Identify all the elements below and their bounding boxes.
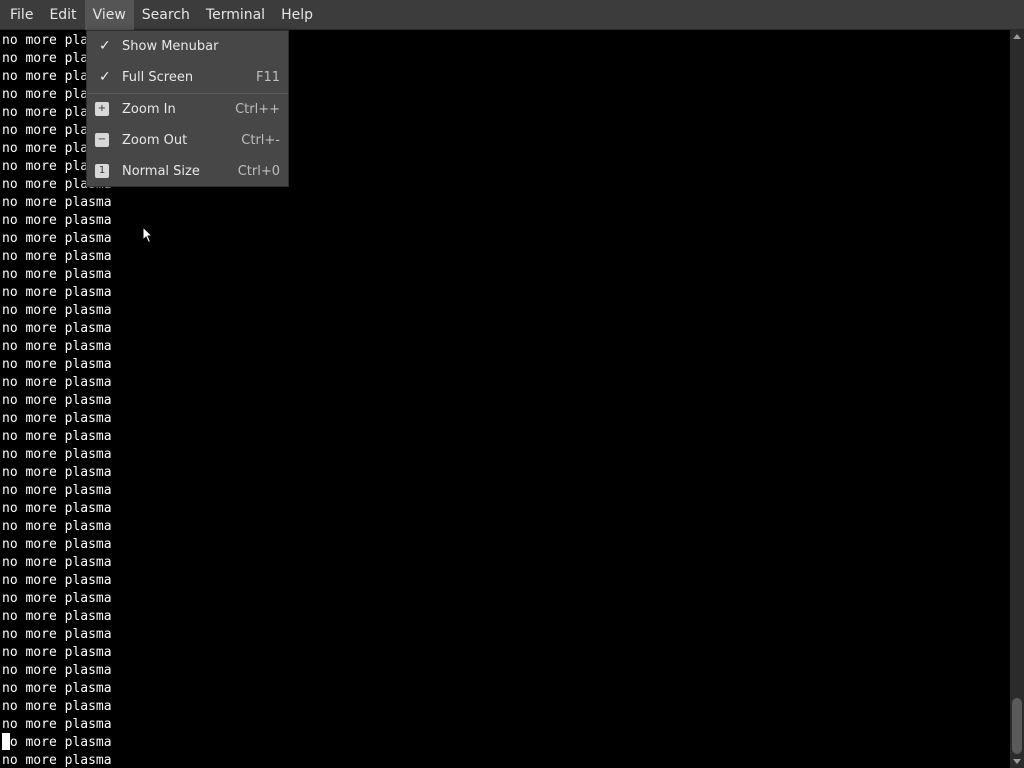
terminal-line: no more plasma xyxy=(2,501,112,516)
zoom-original-icon: 1 xyxy=(95,164,109,178)
terminal-line: no more plasma xyxy=(2,753,112,768)
terminal-line: no more plasma xyxy=(2,609,112,624)
menuitem-accelerator: F11 xyxy=(255,70,280,85)
terminal-line: no more plasma xyxy=(2,375,112,390)
terminal-line: no more plasma xyxy=(2,519,112,534)
menuitem-label: Zoom In xyxy=(122,102,176,117)
zoom-out-icon: − xyxy=(95,133,109,147)
terminal-line: no more plasma xyxy=(2,573,112,588)
view-menu-dropdown: ✓ Show Menubar ✓ Full Screen F11 + Zoom … xyxy=(86,30,289,187)
terminal-line: no more plasma xyxy=(2,681,112,696)
terminal-line: no more plasma xyxy=(2,555,112,570)
terminal-line: no more plasma xyxy=(2,447,112,462)
terminal-cursor xyxy=(2,733,10,750)
menu-terminal[interactable]: Terminal xyxy=(198,0,273,30)
checkmark-icon: ✓ xyxy=(99,69,111,85)
terminal-line: no more plasma xyxy=(2,249,112,264)
menuitem-accelerator: Ctrl++ xyxy=(235,102,280,117)
menu-search[interactable]: Search xyxy=(134,0,198,30)
terminal-line: no more plasma xyxy=(2,735,112,750)
vertical-scrollbar[interactable] xyxy=(1010,30,1024,768)
terminal-line: no more plasma xyxy=(2,627,112,642)
menuitem-accelerator: Ctrl+0 xyxy=(237,164,280,179)
menu-edit[interactable]: Edit xyxy=(41,0,84,30)
zoom-in-icon: + xyxy=(95,102,109,116)
menu-help[interactable]: Help xyxy=(273,0,321,30)
menu-file[interactable]: File xyxy=(2,0,41,30)
menuitem-zoom-in[interactable]: + Zoom In Ctrl++ xyxy=(87,94,288,125)
terminal-line: no more plasma xyxy=(2,231,112,246)
terminal-line: no more plasma xyxy=(2,645,112,660)
scrollbar-thumb[interactable] xyxy=(1012,698,1022,754)
terminal-line: no more plasma xyxy=(2,699,112,714)
terminal-line: no more plasma xyxy=(2,339,112,354)
menuitem-label: Zoom Out xyxy=(122,133,188,148)
menubar: File Edit View Search Terminal Help xyxy=(0,0,1024,30)
menuitem-show-menubar[interactable]: ✓ Show Menubar xyxy=(87,31,288,62)
terminal-line: no more plasma xyxy=(2,357,112,372)
menuitem-full-screen[interactable]: ✓ Full Screen F11 xyxy=(87,62,288,93)
terminal-line: no more plasma xyxy=(2,303,112,318)
terminal-line: no more plasma xyxy=(2,663,112,678)
terminal-line: no more plasma xyxy=(2,411,112,426)
terminal-line: no more plasma xyxy=(2,483,112,498)
terminal-line: no more plasma xyxy=(2,537,112,552)
menuitem-normal-size[interactable]: 1 Normal Size Ctrl+0 xyxy=(87,156,288,187)
scroll-down-icon[interactable] xyxy=(1013,759,1021,764)
terminal-line: no more plasma xyxy=(2,285,112,300)
terminal-line: no more plasma xyxy=(2,321,112,336)
menuitem-label: Show Menubar xyxy=(122,39,219,54)
terminal-line: no more plasma xyxy=(2,213,112,228)
terminal-line: no more plasma xyxy=(2,267,112,282)
menuitem-accelerator: Ctrl+- xyxy=(241,133,280,148)
menuitem-zoom-out[interactable]: − Zoom Out Ctrl+- xyxy=(87,125,288,156)
checkmark-icon: ✓ xyxy=(99,38,111,54)
scroll-up-icon[interactable] xyxy=(1013,34,1021,39)
terminal-line: no more plasma xyxy=(2,195,112,210)
terminal-line: no more plasma xyxy=(2,429,112,444)
menu-view[interactable]: View xyxy=(84,0,134,30)
terminal-line: no more plasma xyxy=(2,465,112,480)
terminal-line: no more plasma xyxy=(2,393,112,408)
menuitem-label: Full Screen xyxy=(122,70,194,85)
menuitem-label: Normal Size xyxy=(122,164,200,179)
terminal-line: no more plasma xyxy=(2,591,112,606)
terminal-line: no more plasma xyxy=(2,717,112,732)
mouse-pointer-icon xyxy=(142,226,154,244)
